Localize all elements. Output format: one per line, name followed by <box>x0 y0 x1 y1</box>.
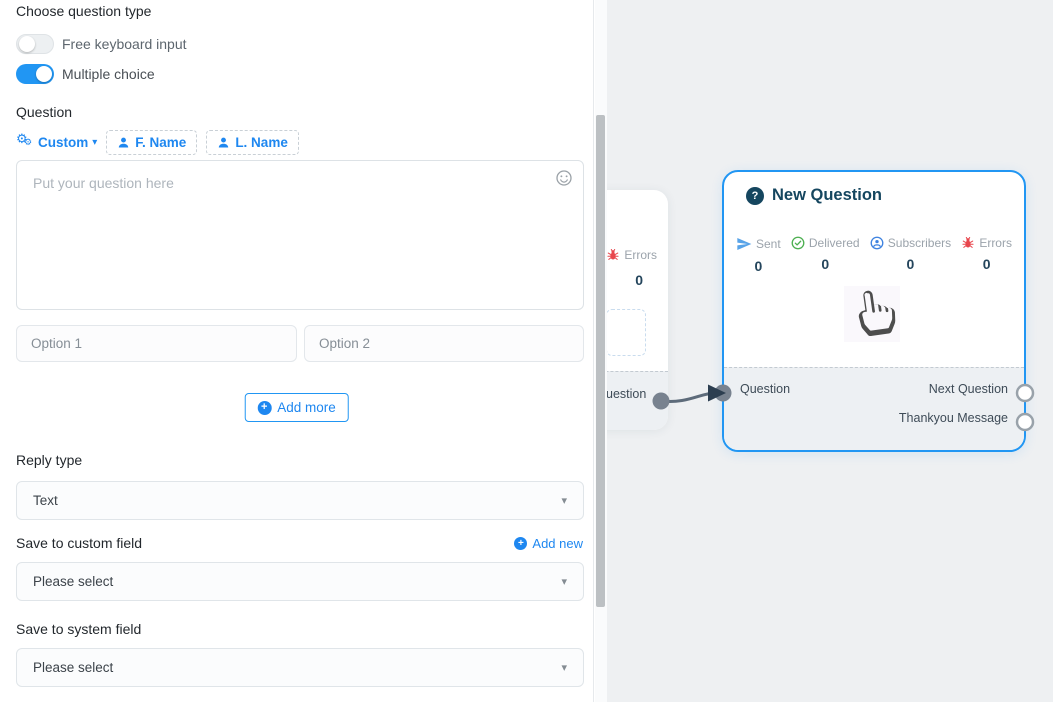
option-2-input[interactable] <box>304 325 584 362</box>
free-keyboard-input-toggle[interactable] <box>16 34 54 54</box>
merge-tag-row: ⚙ ⚙ Custom ▾ F. Name L. Name <box>16 129 299 155</box>
plus-circle-icon: + <box>514 537 527 550</box>
smiley-icon <box>555 169 573 187</box>
subscribers-icon <box>870 236 884 250</box>
stat-value: 0 <box>736 258 781 274</box>
stat-value: 0 <box>791 256 860 272</box>
output-socket-label-thankyou-message: Thankyou Message <box>899 411 1008 425</box>
stat-errors: Errors 0 <box>961 236 1012 274</box>
stat-value: 0 <box>961 256 1012 272</box>
thankyou-message-output-socket[interactable] <box>1017 414 1033 430</box>
caret-down-icon: ▾ <box>92 137 97 148</box>
node-header: ? New Question <box>746 186 882 205</box>
first-name-label: F. Name <box>135 135 186 150</box>
custom-field-select[interactable]: Please select ▾ <box>16 562 584 601</box>
stat-value: 0 <box>635 272 643 288</box>
partial-node-errors-stat: Errors <box>607 248 657 262</box>
new-question-node[interactable]: ? New Question Sent 0 <box>722 170 1026 452</box>
bug-icon <box>961 236 975 250</box>
question-settings-panel: Choose question type Free keyboard input… <box>0 0 594 702</box>
custom-merge-tag-dropdown[interactable]: ⚙ ⚙ Custom ▾ <box>16 133 97 151</box>
multiple-choice-toggle[interactable] <box>16 64 54 84</box>
gears-icon: ⚙ ⚙ <box>16 133 34 151</box>
free-keyboard-input-label: Free keyboard input <box>62 36 187 52</box>
option-placeholder-box[interactable] <box>607 309 646 356</box>
check-circle-icon <box>791 236 805 250</box>
send-icon <box>736 236 752 252</box>
system-field-value: Please select <box>33 660 113 675</box>
node-stats-row: Sent 0 Delivered 0 <box>724 236 1024 274</box>
stat-delivered: Delivered 0 <box>791 236 860 274</box>
person-icon <box>217 136 230 149</box>
option-1-input[interactable] <box>16 325 297 362</box>
stat-value: 0 <box>870 256 951 272</box>
chevron-down-icon: ▾ <box>561 494 567 507</box>
gear-glyph-small: ⚙ <box>24 137 32 148</box>
socket-label: uestion <box>607 387 646 401</box>
next-question-output-socket[interactable] <box>1017 385 1033 401</box>
save-system-field-heading: Save to system field <box>16 621 141 637</box>
input-socket-label: Question <box>740 382 790 396</box>
stat-label: Subscribers <box>888 236 951 250</box>
choose-question-type-heading: Choose question type <box>16 3 151 19</box>
stat-label: Errors <box>979 236 1012 250</box>
chevron-down-icon: ▾ <box>561 575 567 588</box>
system-field-select[interactable]: Please select ▾ <box>16 648 584 687</box>
person-icon <box>117 136 130 149</box>
stat-label: Errors <box>624 248 657 262</box>
last-name-label: L. Name <box>235 135 288 150</box>
stat-subscribers: Subscribers 0 <box>870 236 951 274</box>
reply-type-select[interactable]: Text ▾ <box>16 481 584 520</box>
flow-canvas[interactable]: Errors 0 uestion ? New Question <box>607 0 1053 702</box>
question-mark-icon: ? <box>746 187 764 205</box>
panel-scrollbar-track[interactable] <box>595 0 607 702</box>
stat-sent: Sent 0 <box>736 236 781 274</box>
plus-circle-icon: + <box>257 401 271 415</box>
reply-type-heading: Reply type <box>16 452 82 468</box>
question-heading: Question <box>16 104 72 120</box>
first-name-tag-button[interactable]: F. Name <box>106 130 197 155</box>
add-more-label: Add more <box>277 400 336 415</box>
question-textarea[interactable] <box>17 161 583 309</box>
partial-node-output-socket[interactable] <box>653 393 670 410</box>
stat-label: Sent <box>756 237 781 251</box>
custom-label: Custom <box>38 135 88 150</box>
question-input-socket[interactable] <box>715 385 732 402</box>
question-textarea-wrap <box>16 160 584 310</box>
toggle-knob <box>19 36 35 52</box>
node-footer: Question Next Question Thankyou Message <box>724 367 1024 450</box>
node-title: New Question <box>772 186 882 205</box>
emoji-picker-button[interactable] <box>555 169 575 189</box>
stat-label: Delivered <box>809 236 860 250</box>
last-name-tag-button[interactable]: L. Name <box>206 130 299 155</box>
panel-scrollbar-thumb[interactable] <box>596 115 605 607</box>
reply-type-value: Text <box>33 493 58 508</box>
add-more-button[interactable]: + Add more <box>244 393 349 422</box>
save-custom-field-heading: Save to custom field <box>16 535 142 551</box>
add-new-custom-field-link[interactable]: + Add new <box>514 536 583 551</box>
hand-cursor-icon <box>849 287 899 341</box>
multiple-choice-label: Multiple choice <box>62 66 155 82</box>
add-new-label: Add new <box>532 536 583 551</box>
bug-icon <box>607 248 620 262</box>
toggle-knob <box>36 66 52 82</box>
custom-field-value: Please select <box>33 574 113 589</box>
output-socket-label-next-question: Next Question <box>929 382 1008 396</box>
chevron-down-icon: ▾ <box>561 661 567 674</box>
app-root: Choose question type Free keyboard input… <box>0 0 1053 702</box>
